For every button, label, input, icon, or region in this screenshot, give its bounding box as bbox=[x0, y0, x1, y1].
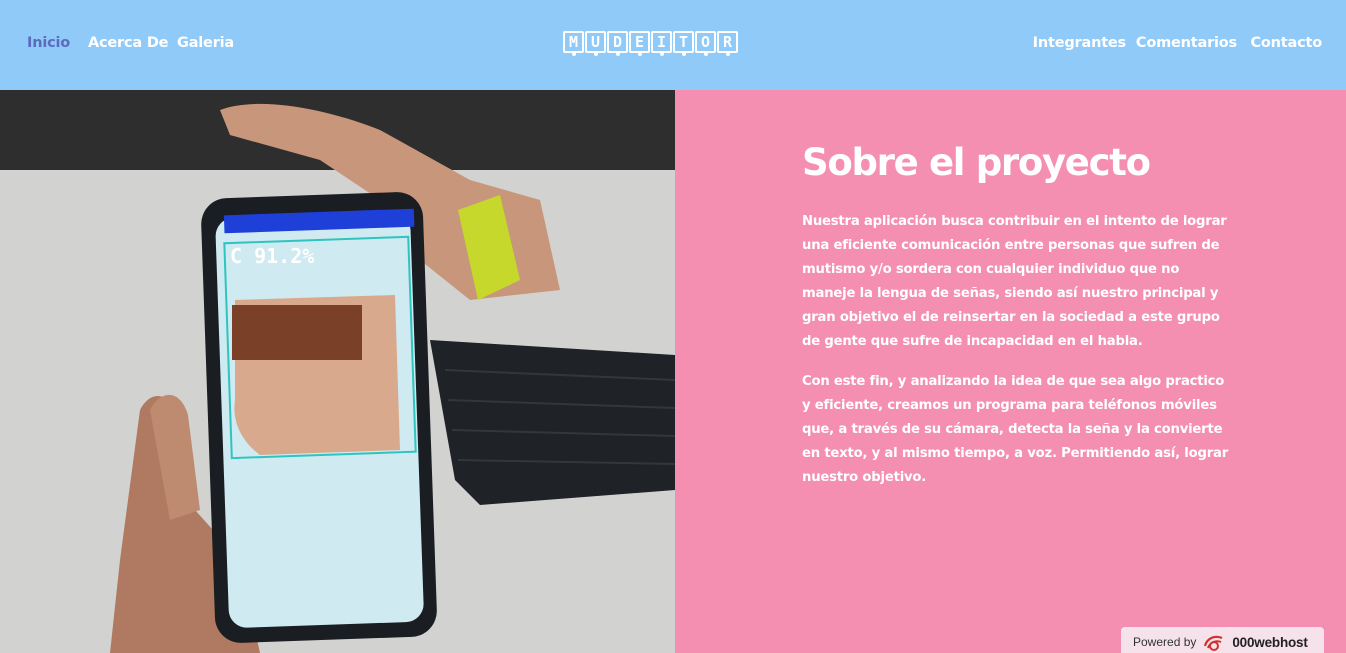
camera-object bbox=[232, 305, 362, 360]
nav-link-inicio[interactable]: Inicio bbox=[27, 35, 70, 51]
nav-link-comentarios[interactable]: Comentarios bbox=[1136, 35, 1237, 51]
logo-letter: T bbox=[673, 31, 694, 56]
badge-prefix: Powered by bbox=[1133, 635, 1197, 649]
logo-letter: D bbox=[607, 31, 628, 56]
keyboard bbox=[430, 340, 675, 505]
powered-by-badge[interactable]: Powered by 000webhost bbox=[1121, 627, 1324, 653]
navbar: Inicio Acerca De Galeria M U D E I T O R… bbox=[0, 0, 1346, 90]
logo-letter: U bbox=[585, 31, 606, 56]
section-paragraph-2: Con este fin, y analizando la idea de qu… bbox=[802, 374, 1228, 485]
logo-letter: M bbox=[563, 31, 584, 56]
nav-link-contacto[interactable]: Contacto bbox=[1250, 35, 1322, 51]
nav-link-acerca-de[interactable]: Acerca De bbox=[88, 35, 169, 51]
logo-letter: E bbox=[629, 31, 650, 56]
project-photo: C 91.2% bbox=[0, 90, 675, 653]
about-section: Sobre el proyecto Nuestra aplicación bus… bbox=[802, 140, 1232, 506]
section-title: Sobre el proyecto bbox=[802, 141, 1151, 184]
section-paragraph-1: Nuestra aplicación busca contribuir en e… bbox=[802, 214, 1227, 349]
site-logo[interactable]: M U D E I T O R bbox=[563, 31, 738, 56]
logo-letter: I bbox=[651, 31, 672, 56]
nav-link-integrantes[interactable]: Integrantes bbox=[1033, 35, 1127, 51]
000webhost-logo-icon bbox=[1204, 635, 1223, 651]
badge-brand: 000webhost bbox=[1232, 634, 1308, 650]
photo-illustration: C 91.2% bbox=[0, 90, 675, 653]
logo-letter: O bbox=[695, 31, 716, 56]
detection-label: C 91.2% bbox=[230, 244, 314, 268]
nav-link-galeria[interactable]: Galeria bbox=[177, 35, 234, 51]
logo-letter: R bbox=[717, 31, 738, 56]
